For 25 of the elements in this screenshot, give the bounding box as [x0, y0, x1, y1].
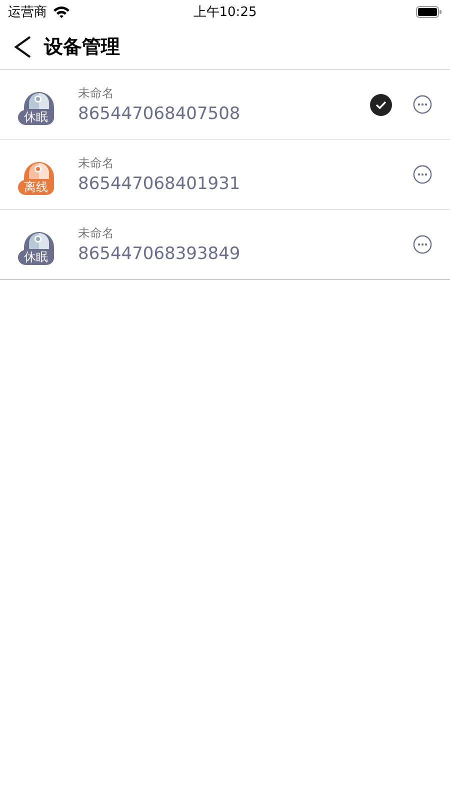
- status-badge: 离线: [18, 180, 54, 194]
- device-row[interactable]: 休眠 未命名 865447068393849: [0, 210, 450, 279]
- battery-icon: [416, 6, 442, 18]
- more-button[interactable]: [413, 235, 432, 254]
- carrier-name: 运营商: [8, 4, 47, 21]
- more-icon: [413, 235, 432, 254]
- wifi-icon: [53, 6, 70, 18]
- device-id: 865447068407508: [78, 104, 242, 124]
- status-badge: 休眠: [18, 250, 54, 264]
- device-name: 未命名: [78, 85, 115, 102]
- device-row[interactable]: 离线 未命名 865447068401931: [0, 140, 450, 210]
- more-icon: [413, 95, 432, 114]
- clock-time: 上午10:25: [193, 4, 257, 21]
- device-name: 未命名: [78, 155, 115, 172]
- status-badge: 休眠: [18, 110, 54, 124]
- page-title: 设备管理: [44, 34, 120, 60]
- more-button[interactable]: [413, 165, 432, 184]
- device-row[interactable]: 休眠 未命名 865447068407508: [0, 70, 450, 140]
- more-button[interactable]: [413, 95, 432, 114]
- back-button[interactable]: [12, 34, 32, 58]
- device-name: 未命名: [78, 225, 115, 242]
- more-icon: [413, 165, 432, 184]
- device-id: 865447068393849: [78, 244, 242, 264]
- device-id: 865447068401931: [78, 174, 242, 194]
- back-icon: [12, 34, 32, 58]
